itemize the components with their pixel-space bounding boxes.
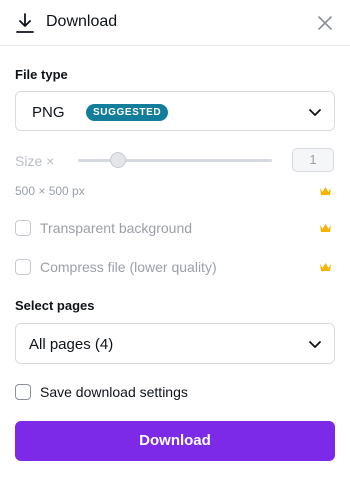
close-icon[interactable] — [314, 12, 336, 34]
suggested-badge: SUGGESTED — [86, 104, 169, 121]
compress-file-checkbox[interactable] — [15, 259, 31, 275]
crown-icon — [320, 224, 331, 232]
pages-select-value: All pages (4) — [29, 336, 114, 353]
size-label: Size × — [15, 153, 55, 169]
crown-icon — [320, 263, 331, 271]
file-type-label: File type — [15, 67, 68, 82]
transparent-background-option[interactable]: Transparent background — [15, 220, 335, 240]
size-slider-thumb[interactable] — [110, 152, 126, 168]
size-input[interactable]: 1 — [292, 148, 334, 172]
save-download-settings-checkbox[interactable] — [15, 384, 31, 400]
select-pages-label: Select pages — [15, 298, 95, 313]
panel-header: Download — [0, 0, 350, 46]
file-type-value: PNG — [32, 104, 65, 121]
download-button[interactable]: Download — [15, 421, 335, 461]
save-download-settings-option[interactable]: Save download settings — [15, 384, 335, 404]
transparent-background-checkbox[interactable] — [15, 220, 31, 236]
chevron-down-icon — [309, 341, 321, 348]
chevron-down-icon — [309, 109, 321, 116]
download-icon — [16, 13, 34, 33]
crown-icon — [320, 187, 331, 195]
pages-select[interactable]: All pages (4) — [15, 323, 335, 364]
file-type-select[interactable]: PNG SUGGESTED — [15, 91, 335, 131]
compress-file-option[interactable]: Compress file (lower quality) — [15, 259, 335, 279]
save-download-settings-label: Save download settings — [40, 384, 188, 400]
panel-title: Download — [46, 13, 118, 30]
transparent-background-label: Transparent background — [40, 220, 193, 236]
dimensions-text: 500 × 500 px — [15, 184, 85, 198]
size-slider-track[interactable] — [78, 159, 272, 162]
compress-file-label: Compress file (lower quality) — [40, 259, 217, 275]
